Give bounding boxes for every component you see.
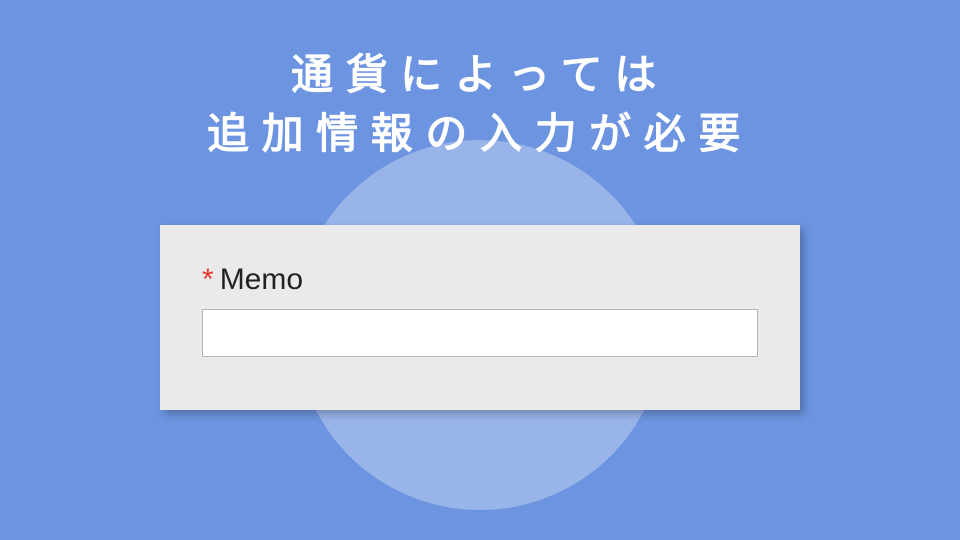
page-heading: 通貨によっては 追加情報の入力が必要 <box>0 0 960 164</box>
required-asterisk: * <box>202 263 214 296</box>
heading-line-1: 通貨によっては <box>291 51 669 98</box>
memo-field-label: *Memo <box>202 263 758 297</box>
memo-label-text: Memo <box>220 263 303 296</box>
memo-form-card: *Memo <box>160 225 800 410</box>
heading-line-2: 追加情報の入力が必要 <box>207 110 753 157</box>
memo-input[interactable] <box>202 309 758 357</box>
